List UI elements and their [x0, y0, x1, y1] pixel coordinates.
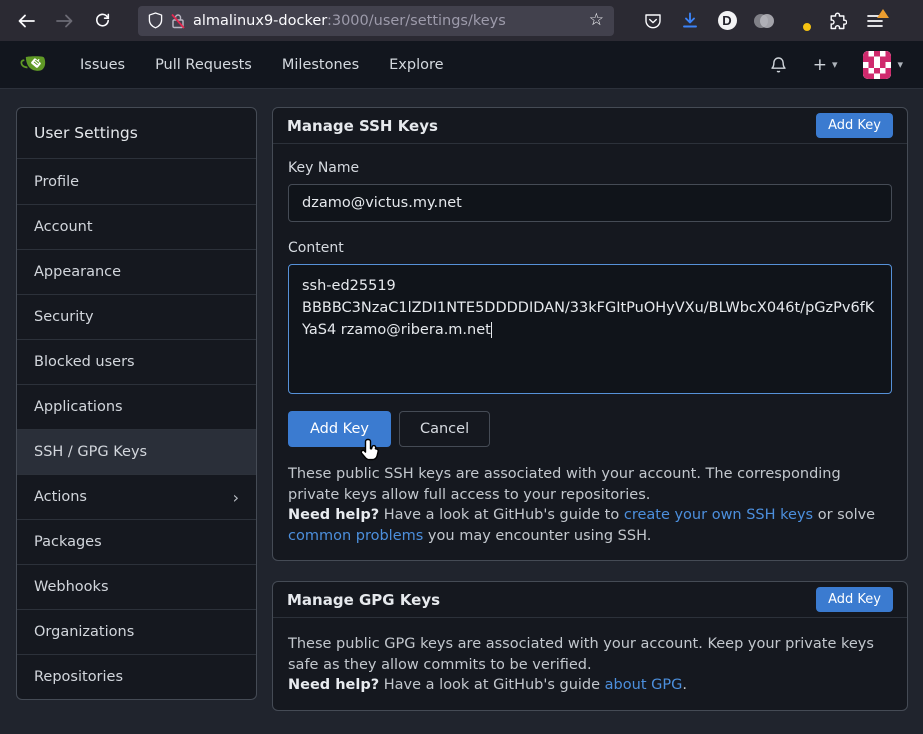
ssh-add-key-toggle-button[interactable]: Add Key [816, 113, 893, 138]
sidebar-item-packages[interactable]: Packages [17, 519, 256, 564]
ssh-panel-header: Manage SSH Keys Add Key [273, 108, 907, 144]
notifications-button[interactable] [770, 56, 787, 74]
avatar [863, 51, 891, 79]
gpg-help-intro: These public GPG keys are associated wit… [288, 634, 892, 675]
settings-sidebar: User Settings Profile Account Appearance… [16, 107, 257, 700]
sidebar-item-appearance[interactable]: Appearance [17, 249, 256, 294]
sidebar-item-security[interactable]: Security [17, 294, 256, 339]
ssh-help-text: These public SSH keys are associated wit… [288, 464, 892, 546]
url-host: almalinux9-docker [193, 13, 327, 29]
downloads-button[interactable] [675, 6, 705, 36]
gpg-panel-title: Manage GPG Keys [287, 591, 440, 609]
reload-button[interactable] [86, 6, 118, 36]
create-new-dropdown[interactable]: + ▾ [813, 55, 838, 75]
puzzle-icon [829, 12, 847, 30]
pocket-button[interactable] [638, 6, 668, 36]
ssh-help-guide: Need help? Have a look at GitHub's guide… [288, 505, 892, 546]
gpg-panel-body: These public GPG keys are associated wit… [273, 618, 907, 710]
sidebar-item-profile[interactable]: Profile [17, 159, 256, 204]
sidebar-title: User Settings [17, 108, 256, 159]
sidebar-item-account[interactable]: Account [17, 204, 256, 249]
form-buttons: Add Key Cancel [288, 411, 892, 447]
ssh-help-intro: These public SSH keys are associated wit… [288, 464, 892, 505]
add-key-submit-button[interactable]: Add Key [288, 411, 391, 447]
sidebar-item-actions[interactable]: Actions › [17, 474, 256, 519]
ddg-extension-button[interactable]: D [712, 6, 742, 36]
update-badge [877, 9, 889, 18]
back-arrow-icon [18, 14, 35, 28]
download-icon [682, 12, 698, 29]
bell-icon [770, 56, 787, 74]
sidebar-item-ssh-gpg-keys[interactable]: SSH / GPG Keys [17, 429, 256, 474]
gpg-add-key-toggle-button[interactable]: Add Key [816, 587, 893, 612]
ddg-icon: D [718, 11, 737, 30]
sidebar-item-applications[interactable]: Applications [17, 384, 256, 429]
content-textarea[interactable]: ssh-ed25519 BBBBC3NzaC1lZDI1NTE5DDDDIDAN… [288, 264, 892, 394]
sidebar-item-blocked-users[interactable]: Blocked users [17, 339, 256, 384]
ssh-panel-body: Key Name Content ssh-ed25519 BBBBC3NzaC1… [273, 144, 907, 560]
insecure-lock-icon[interactable] [171, 13, 185, 29]
caret-down-icon: ▾ [832, 58, 838, 71]
ssh-panel-title: Manage SSH Keys [287, 117, 438, 135]
key-name-label: Key Name [288, 160, 892, 176]
sidebar-item-repositories[interactable]: Repositories [17, 654, 256, 699]
about-gpg-link[interactable]: about GPG [605, 677, 683, 693]
text-caret [491, 322, 492, 338]
reload-icon [95, 13, 110, 28]
gray-extension-icon [754, 13, 774, 29]
nav-item-pull-requests[interactable]: Pull Requests [155, 57, 252, 73]
url-text: almalinux9-docker:3000/user/settings/key… [193, 13, 581, 29]
url-bar[interactable]: almalinux9-docker:3000/user/settings/key… [138, 6, 614, 36]
gpg-panel-header: Manage GPG Keys Add Key [273, 582, 907, 618]
extensions-button[interactable] [823, 6, 853, 36]
user-menu-dropdown[interactable]: ▾ [863, 51, 903, 79]
sidebar-item-organizations[interactable]: Organizations [17, 609, 256, 654]
cancel-button[interactable]: Cancel [399, 411, 490, 447]
url-path: :3000/user/settings/keys [327, 13, 506, 29]
nav-item-explore[interactable]: Explore [389, 57, 443, 73]
gpg-help-guide: Need help? Have a look at GitHub's guide… [288, 675, 892, 696]
sidebar-item-webhooks[interactable]: Webhooks [17, 564, 256, 609]
nav-right: + ▾ ▾ [770, 51, 903, 79]
app-menu-button[interactable] [860, 6, 890, 36]
toolbar-extension-icons: D [638, 6, 890, 36]
doc-extension-button[interactable] [786, 6, 816, 36]
gitea-navbar: Issues Pull Requests Milestones Explore … [0, 41, 923, 89]
plus-icon: + [813, 55, 827, 75]
forward-arrow-icon [56, 14, 73, 28]
ssh-keys-panel: Manage SSH Keys Add Key Key Name Content… [272, 107, 908, 561]
caret-down-icon: ▾ [897, 58, 903, 71]
pocket-icon [644, 12, 662, 30]
settings-main: Manage SSH Keys Add Key Key Name Content… [272, 107, 908, 711]
back-button[interactable] [10, 6, 42, 36]
browser-toolbar: almalinux9-docker:3000/user/settings/key… [0, 0, 923, 41]
key-name-input[interactable] [288, 184, 892, 222]
create-ssh-keys-link[interactable]: create your own SSH keys [624, 507, 813, 523]
nav-item-issues[interactable]: Issues [80, 57, 125, 73]
nav-item-milestones[interactable]: Milestones [282, 57, 359, 73]
gray-extension-button[interactable] [749, 6, 779, 36]
bookmark-star-icon[interactable]: ☆ [589, 12, 604, 29]
content-label: Content [288, 240, 892, 256]
doc-extension-icon [793, 12, 809, 30]
tracking-shield-icon[interactable] [148, 12, 163, 29]
settings-page: User Settings Profile Account Appearance… [0, 89, 923, 711]
forward-button[interactable] [48, 6, 80, 36]
gpg-help-text: These public GPG keys are associated wit… [288, 634, 892, 696]
gitea-logo[interactable] [20, 50, 50, 80]
gpg-keys-panel: Manage GPG Keys Add Key These public GPG… [272, 581, 908, 711]
chevron-right-icon: › [233, 488, 239, 507]
common-problems-link[interactable]: common problems [288, 528, 423, 544]
